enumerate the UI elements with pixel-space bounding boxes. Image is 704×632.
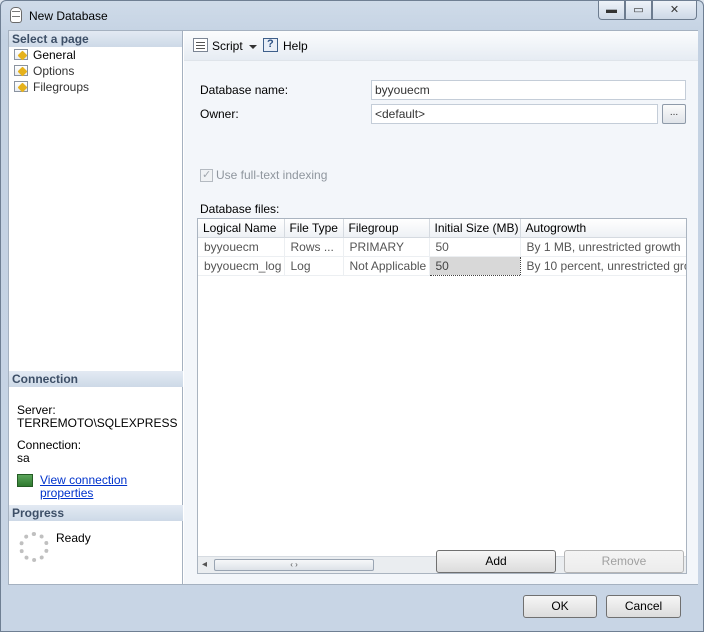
progress-status: Ready — [56, 531, 91, 545]
script-dropdown-arrow-icon[interactable] — [249, 45, 257, 49]
initial-size-cell[interactable]: 50 — [429, 237, 521, 257]
add-button[interactable]: Add — [436, 550, 556, 573]
maximize-button[interactable]: ▭ — [625, 1, 652, 20]
column-header[interactable]: Initial Size (MB) — [429, 219, 521, 238]
script-icon — [193, 38, 208, 52]
minimize-button[interactable]: ▬ — [598, 1, 625, 20]
database-name-label: Database name: — [200, 83, 289, 97]
general-page: Database name: Owner: ... Use full-text … — [184, 62, 698, 584]
column-header[interactable]: File Type — [284, 219, 344, 238]
script-button[interactable]: Script — [212, 39, 243, 53]
connection-label: Connection: — [17, 438, 82, 452]
page-item-label: Options — [33, 64, 75, 78]
initial-size-cell-selected[interactable]: 50 — [428, 255, 521, 276]
page-item-label: Filegroups — [33, 80, 90, 94]
toolbar: Script Help — [184, 31, 698, 61]
scroll-left-icon[interactable]: ◂ — [202, 559, 207, 570]
database-icon — [10, 7, 22, 23]
dialog-body: Select a page General Options Filegroups… — [8, 30, 698, 585]
autogrowth-cell[interactable]: By 1 MB, unrestricted growth — [520, 237, 686, 257]
page-settings-icon — [14, 49, 28, 60]
fulltext-checkbox[interactable] — [200, 168, 213, 182]
connection-section: Connection Server: TERREMOTO\SQLEXPRESS … — [9, 371, 183, 508]
view-connection-properties-link[interactable]: View connection properties — [40, 473, 127, 500]
filegroup-cell[interactable]: Not Applicable — [343, 256, 430, 276]
file-type-cell[interactable]: Rows ... — [284, 237, 344, 257]
table-row[interactable]: byyouecm Rows ... PRIMARY 50 By 1 MB, un… — [198, 237, 686, 257]
column-header[interactable]: Filegroup — [343, 219, 430, 238]
database-files-grid: Logical Name File Type Filegroup Initial… — [197, 218, 687, 574]
window-title: New Database — [29, 9, 108, 23]
page-item-general[interactable]: General — [9, 47, 182, 63]
remove-button[interactable]: Remove — [564, 550, 684, 573]
scrollbar-thumb[interactable]: ‹ › — [214, 559, 374, 571]
title-bar: New Database ▬ ▭ ✕ — [1, 1, 703, 31]
column-header[interactable]: Autogrowth — [520, 219, 686, 238]
connection-properties-icon — [17, 474, 33, 487]
help-icon — [263, 38, 278, 52]
ok-button[interactable]: OK — [523, 595, 597, 618]
owner-browse-button[interactable]: ... — [662, 104, 686, 124]
right-pane: Script Help Database name: Owner: ... Us… — [184, 31, 698, 584]
page-settings-icon — [14, 81, 28, 92]
table-row[interactable]: byyouecm_log Log Not Applicable 50 By 10… — [198, 255, 686, 276]
autogrowth-cell[interactable]: By 10 percent, unrestricted growth — [520, 256, 686, 276]
progress-spinner-icon — [19, 532, 49, 562]
close-button[interactable]: ✕ — [652, 1, 697, 20]
connection-header: Connection — [9, 371, 183, 387]
select-page-header: Select a page — [9, 31, 182, 47]
logical-name-cell[interactable]: byyouecm_log — [198, 256, 285, 276]
page-item-options[interactable]: Options — [9, 63, 182, 79]
server-value: TERREMOTO\SQLEXPRESS — [17, 416, 178, 430]
owner-input[interactable] — [371, 104, 658, 124]
database-name-input[interactable] — [371, 80, 686, 100]
page-settings-icon — [14, 65, 28, 76]
table-header-row: Logical Name File Type Filegroup Initial… — [198, 219, 686, 238]
file-type-cell[interactable]: Log — [284, 256, 344, 276]
new-database-dialog: New Database ▬ ▭ ✕ Select a page General… — [0, 0, 704, 632]
page-item-label: General — [33, 48, 76, 62]
logical-name-cell[interactable]: byyouecm — [198, 237, 285, 257]
cancel-button[interactable]: Cancel — [606, 595, 681, 618]
column-header[interactable]: Logical Name — [198, 219, 285, 238]
owner-label: Owner: — [200, 107, 239, 121]
filegroup-cell[interactable]: PRIMARY — [343, 237, 430, 257]
database-files-label: Database files: — [200, 202, 280, 216]
left-pane: Select a page General Options Filegroups… — [9, 31, 183, 584]
fulltext-label: Use full-text indexing — [216, 168, 328, 182]
help-button[interactable]: Help — [283, 39, 308, 53]
progress-header: Progress — [9, 505, 183, 521]
connection-value: sa — [17, 451, 30, 465]
page-item-filegroups[interactable]: Filegroups — [9, 79, 182, 95]
progress-section: Progress Ready — [9, 505, 183, 562]
